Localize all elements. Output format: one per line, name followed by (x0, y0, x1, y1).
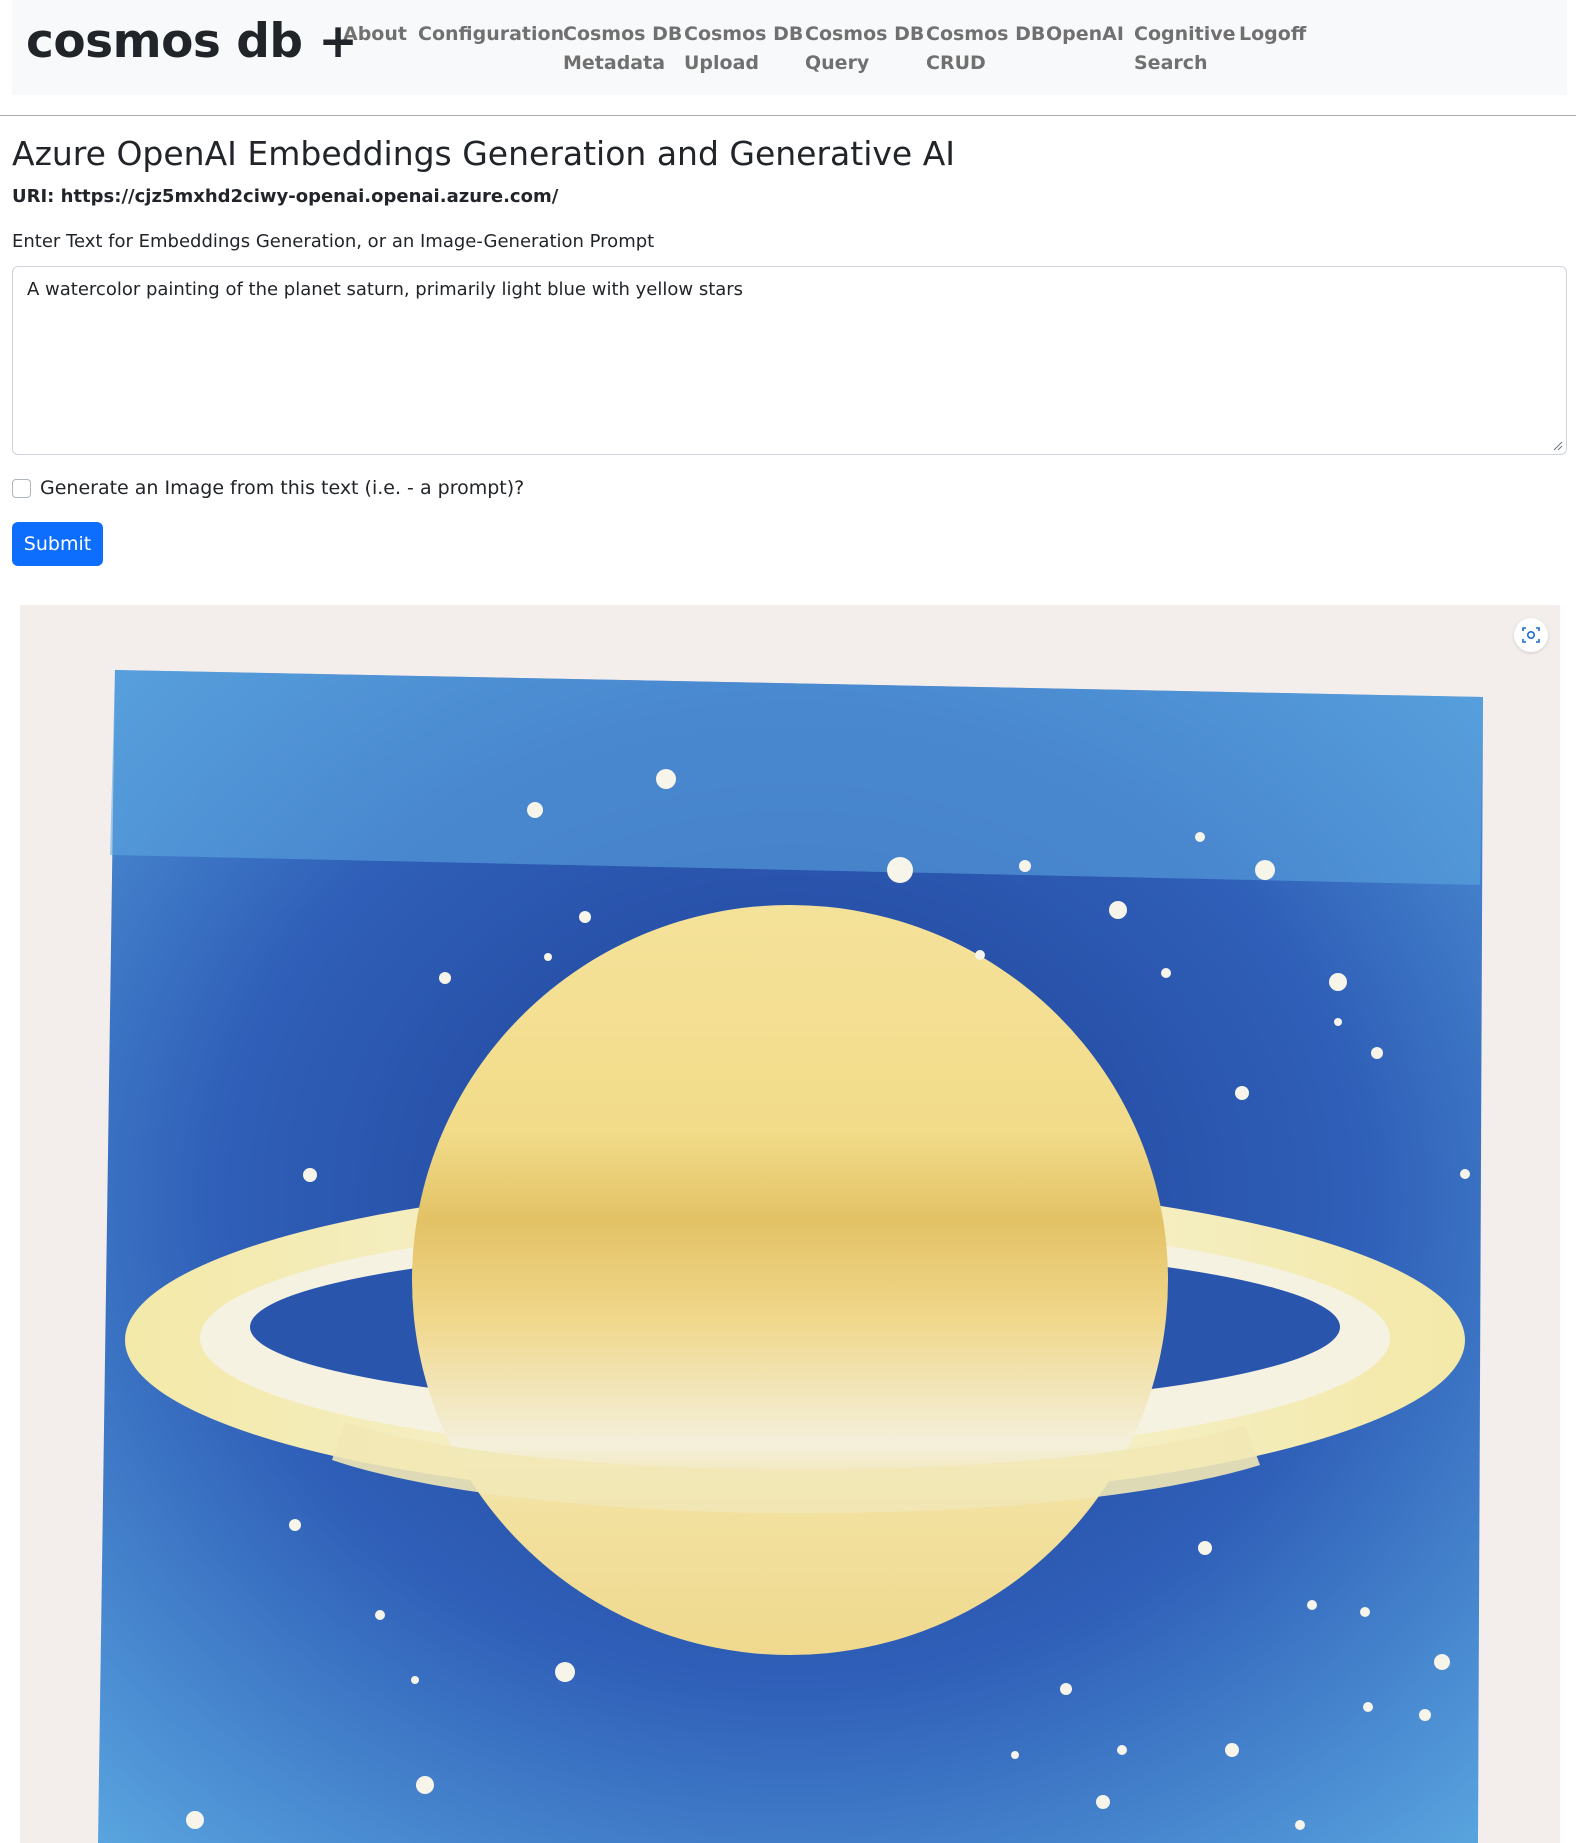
generate-image-label[interactable]: Generate an Image from this text (i.e. -… (40, 477, 524, 499)
nav-cosmos-db-upload[interactable]: Cosmos DB Upload (684, 20, 803, 78)
generate-image-checkbox[interactable] (12, 479, 31, 498)
nav-cosmos-db-crud[interactable]: Cosmos DB CRUD (926, 20, 1045, 78)
navbar: cosmos db + About Configuration Cosmos D… (12, 0, 1567, 95)
nav-about[interactable]: About (343, 20, 407, 49)
visual-search-icon[interactable] (1514, 618, 1548, 652)
prompt-label: Enter Text for Embeddings Generation, or… (12, 231, 655, 252)
prompt-text: A watercolor painting of the planet satu… (27, 279, 744, 300)
brand-logo[interactable]: cosmos db + (26, 14, 358, 69)
resize-grip-icon[interactable] (1553, 441, 1563, 451)
generated-image (20, 605, 1560, 1843)
nav-logoff-label: Logoff (1239, 23, 1307, 45)
nav-crud-line2: CRUD (926, 52, 986, 74)
nav-cosmos-db-query[interactable]: Cosmos DB Query (805, 20, 924, 78)
nav-configuration-label: Configuration (418, 23, 565, 45)
nav-query-line1: Cosmos DB (805, 23, 925, 45)
nav-crud-line1: Cosmos DB (926, 23, 1046, 45)
prompt-textarea[interactable]: A watercolor painting of the planet satu… (12, 266, 1567, 455)
page-title: Azure OpenAI Embeddings Generation and G… (12, 134, 956, 173)
nav-metadata-line2: Metadata (563, 52, 666, 74)
nav-logoff[interactable]: Logoff (1239, 20, 1306, 49)
nav-cognitive-search[interactable]: Cognitive Search (1134, 20, 1236, 78)
nav-openai[interactable]: OpenAI (1046, 20, 1124, 49)
nav-divider (0, 115, 1576, 116)
visual-search-glyph (1522, 627, 1540, 643)
submit-button[interactable]: Submit (12, 522, 103, 566)
nav-cognitive-line1: Cognitive (1134, 23, 1236, 45)
nav-cosmos-db-metadata[interactable]: Cosmos DB Metadata (563, 20, 682, 78)
nav-upload-line1: Cosmos DB (684, 23, 804, 45)
saturn-watercolor-image (98, 670, 1483, 1843)
openai-uri: URI: https://cjz5mxhd2ciwy-openai.openai… (12, 186, 559, 207)
nav-configuration[interactable]: Configuration (418, 20, 564, 49)
nav-query-line2: Query (805, 52, 870, 74)
nav-metadata-line1: Cosmos DB (563, 23, 683, 45)
nav-upload-line2: Upload (684, 52, 760, 74)
nav-cognitive-line2: Search (1134, 52, 1208, 74)
nav-about-label: About (343, 23, 407, 45)
nav-openai-label: OpenAI (1046, 23, 1124, 45)
